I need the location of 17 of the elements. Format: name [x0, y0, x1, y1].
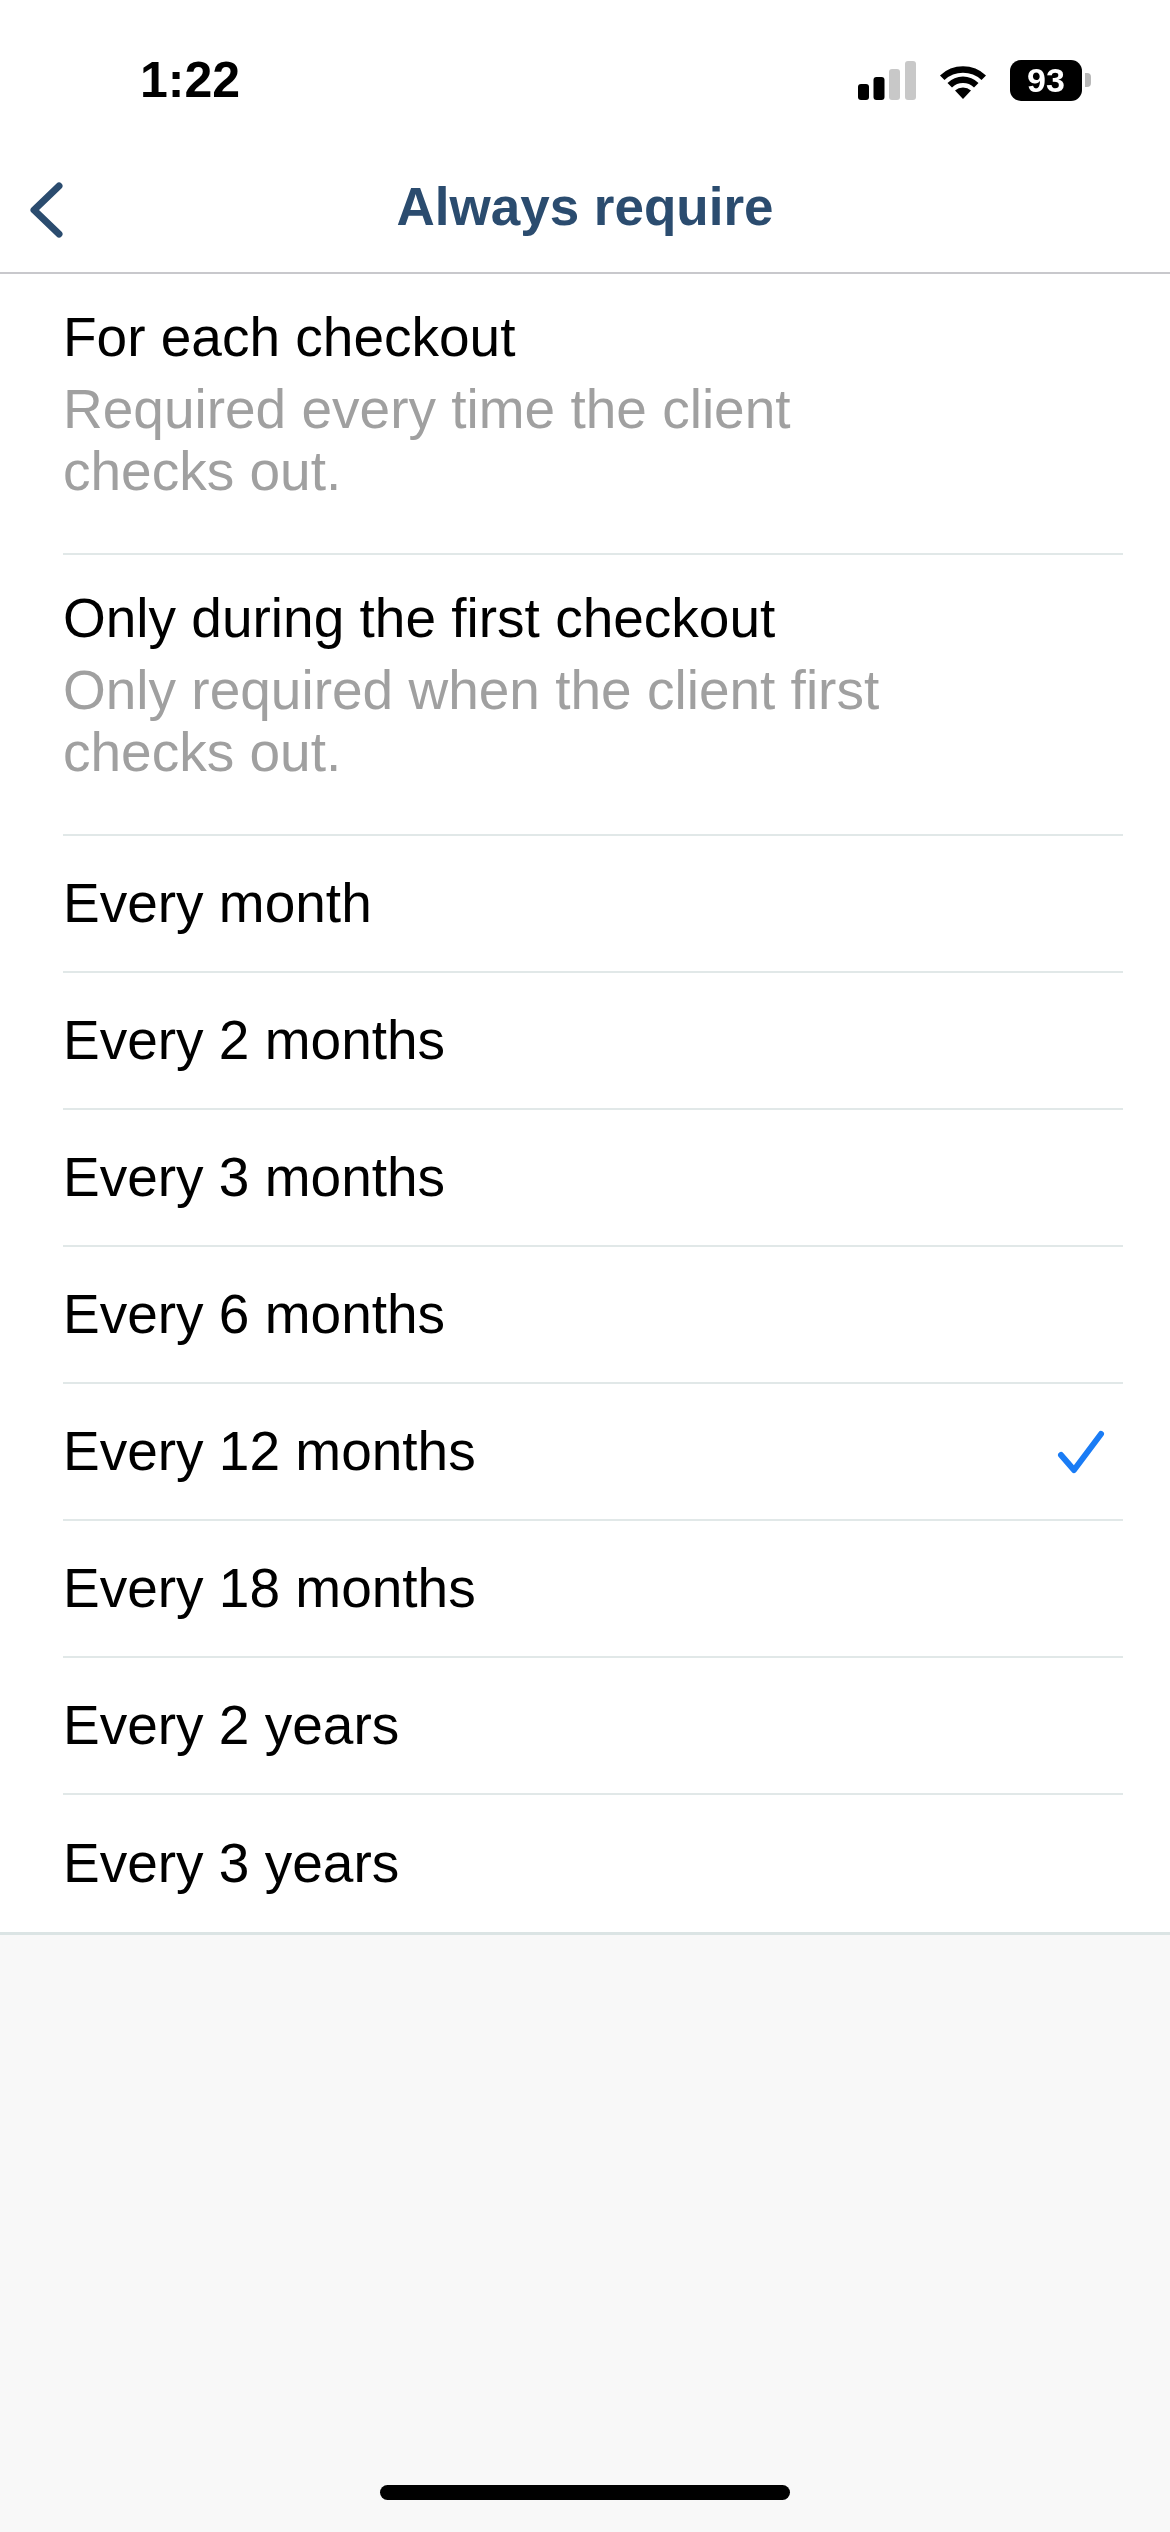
option-row[interactable]: Every 18 months [63, 1521, 1123, 1658]
option-row[interactable]: Every 6 months [63, 1247, 1123, 1384]
option-description: Required every time the client checks out. [63, 378, 792, 502]
option-row[interactable]: Every 3 years [63, 1795, 1123, 1932]
option-row[interactable]: Every 2 years [63, 1658, 1123, 1795]
option-row[interactable]: Every 2 months [63, 973, 1123, 1110]
option-description: Only required when the client first checks out. [63, 659, 881, 783]
option-row[interactable]: Every month [63, 836, 1123, 973]
option-row[interactable]: Every 3 months [63, 1110, 1123, 1247]
nav-title: Always require [396, 176, 774, 237]
status-time: 1:22 [138, 55, 242, 105]
signal-icon [858, 60, 916, 100]
back-chevron-icon [27, 181, 65, 239]
option-row[interactable]: Only during the first checkout Only required when the client first checks out. [63, 555, 1123, 836]
option-row[interactable]: Every 12 months [63, 1384, 1123, 1521]
battery-indicator: 93 [1010, 59, 1091, 101]
option-row[interactable]: For each checkout Required every time the client checks out. [63, 274, 1123, 555]
